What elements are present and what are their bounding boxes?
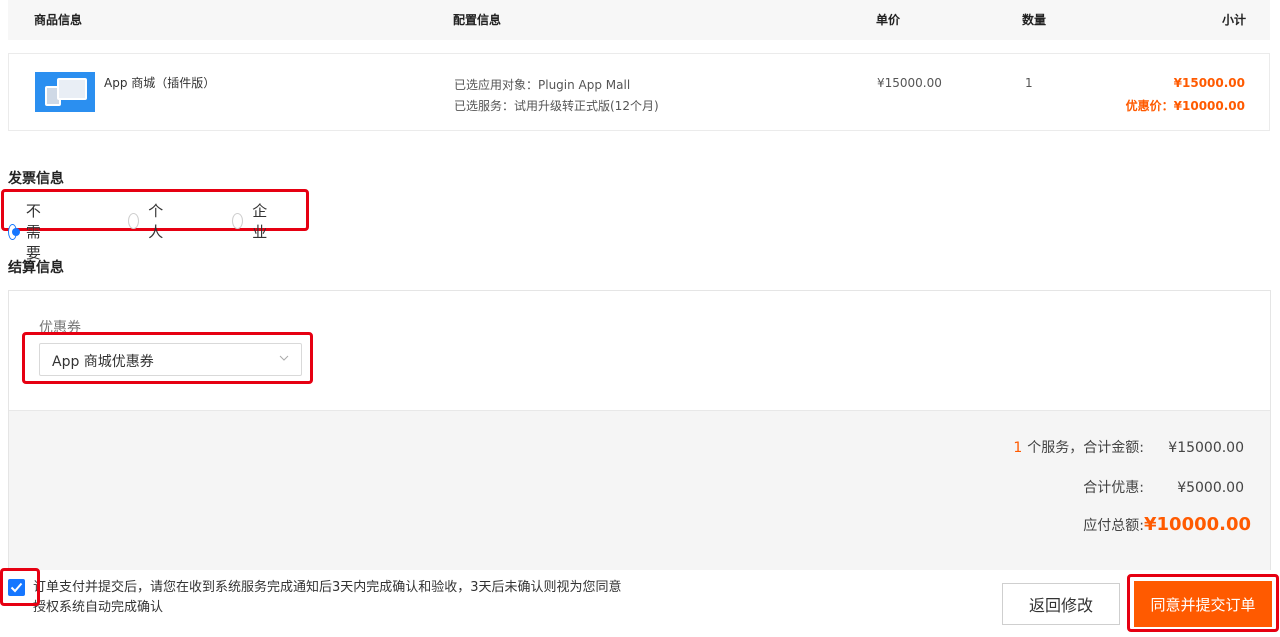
discount-label: 合计优惠: [1083, 480, 1144, 496]
config-target: 已选应用对象：Plugin App Mall [454, 78, 631, 92]
agreement-line-1: 订单支付并提交后，请您在收到系统服务完成通知后3天内完成确认和验收，3天后未确认… [33, 580, 622, 595]
agreement-section: 订单支付并提交后，请您在收到系统服务完成通知后3天内完成确认和验收，3天后未确认… [8, 574, 728, 624]
agreement-line-2: 授权系统自动完成确认 [33, 600, 164, 615]
agreement-text: 订单支付并提交后，请您在收到系统服务完成通知后3天内完成确认和验收，3天后未确认… [33, 578, 622, 618]
invoice-option-company[interactable]: 企业 [232, 200, 272, 242]
radio-checked-icon [8, 223, 20, 240]
discount-row: 合计优惠: ¥5000.00 [1083, 477, 1244, 497]
total-amount: ¥15000.00 [1168, 440, 1244, 456]
invoice-section-title: 发票信息 [8, 171, 64, 187]
total-amount-row: 1 个服务，合计金额: ¥15000.00 [1013, 437, 1244, 457]
config-service: 已选服务：试用升级转正式版(12个月) [454, 99, 659, 113]
invoice-option-personal[interactable]: 个人 [128, 200, 168, 242]
radio-unchecked-icon [232, 213, 244, 229]
header-quantity: 数量 [1022, 13, 1047, 27]
invoice-option-none[interactable]: 不需要 [8, 200, 48, 263]
radio-unchecked-icon [128, 213, 140, 229]
subtotal: ¥15000.00 [1173, 76, 1245, 90]
unit-price: ¥15000.00 [877, 76, 942, 90]
discount-amount: ¥5000.00 [1177, 480, 1244, 496]
highlight-box-coupon [22, 332, 313, 384]
settlement-section-title: 结算信息 [8, 260, 64, 276]
payable-row: 应付总额: ¥10000.00 [1083, 514, 1252, 535]
product-row: App 商城（插件版） 已选应用对象：Plugin App Mall 已选服务：… [8, 53, 1270, 131]
order-table-header: 商品信息 配置信息 单价 数量 小计 [8, 0, 1270, 40]
header-product: 商品信息 [34, 13, 83, 27]
back-modify-button[interactable]: 返回修改 [1002, 583, 1120, 625]
service-count: 1 [1013, 440, 1023, 456]
payable-label: 应付总额: [1083, 518, 1144, 534]
header-config: 配置信息 [453, 13, 502, 27]
quantity: 1 [1025, 76, 1033, 90]
product-thumbnail [35, 72, 95, 112]
highlight-box-checkbox [0, 568, 40, 606]
service-total-label: 个服务，合计金额: [1027, 440, 1144, 456]
discount-price: 优惠价：¥10000.00 [1125, 99, 1245, 113]
product-name: App 商城（插件版） [104, 76, 216, 90]
submit-order-button[interactable]: 同意并提交订单 [1134, 581, 1272, 627]
totals-summary: 1 个服务，合计金额: ¥15000.00 合计优惠: ¥5000.00 应付总… [9, 410, 1270, 570]
header-subtotal: 小计 [1221, 13, 1246, 27]
header-unit-price: 单价 [876, 13, 901, 27]
payable-amount: ¥10000.00 [1144, 514, 1252, 535]
